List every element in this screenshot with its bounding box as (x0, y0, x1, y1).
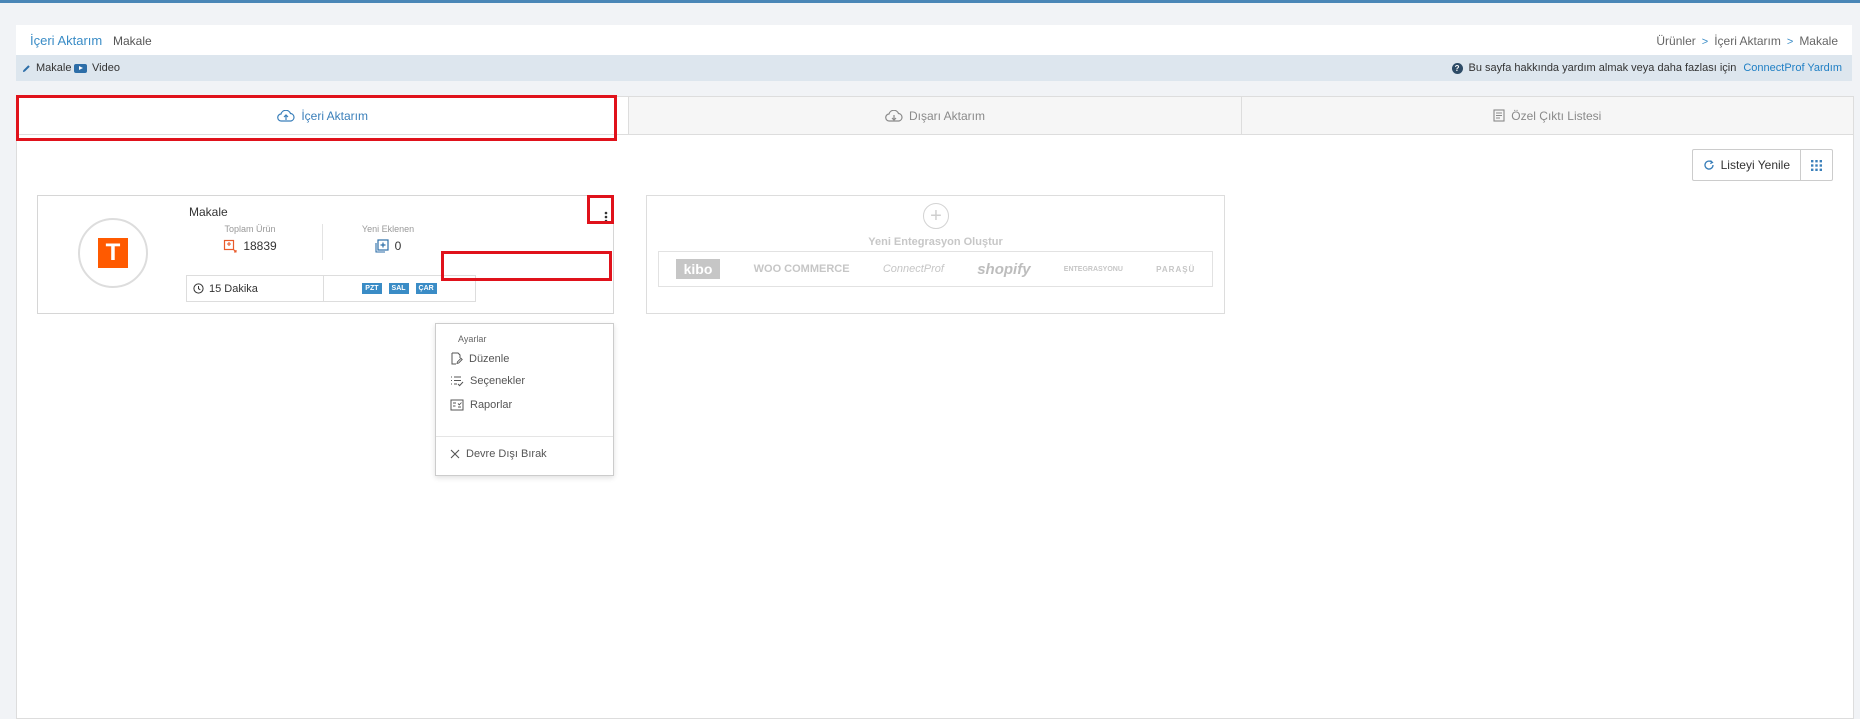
plus-circle-icon: + (923, 203, 949, 229)
menu-item-label: Düzenle (469, 352, 510, 365)
tab-ozel-cikti-listesi[interactable]: Özel Çıktı Listesi (1240, 97, 1853, 134)
interval-cell: 15 Dakika (187, 276, 323, 301)
list-icon (1493, 109, 1505, 122)
menu-item-label: Raporlar (470, 399, 513, 411)
cart-icon (224, 239, 237, 253)
menu-item-options[interactable]: Seçenekler (450, 375, 525, 387)
partner-logos: kibo WOO COMMERCE ConnectProf shopify EN… (658, 251, 1213, 287)
refresh-list-button[interactable]: Listeyi Yenile (1693, 150, 1800, 180)
day-badge: PZT (362, 283, 382, 294)
kibo-logo: kibo (675, 259, 721, 279)
day-badge: ÇAR (415, 283, 437, 294)
stat-label: Toplam Ürün (224, 224, 276, 234)
stat-label: Yeni Eklenen (361, 224, 415, 234)
refresh-list-label: Listeyi Yenile (1720, 158, 1790, 172)
breadcrumb: Ürünler > İçeri Aktarım > Makale (1656, 34, 1838, 48)
options-list-icon (451, 376, 464, 387)
help-text: ? Bu sayfa hakkında yardım almak veya da… (1451, 62, 1842, 74)
cloud-upload-icon (277, 109, 295, 122)
tab-bar: İçeri Aktarım Dışarı Aktarım Özel Çıktı … (17, 97, 1853, 135)
menu-item-label: Seçenekler (470, 375, 526, 387)
breadcrumb-separator: > (1786, 36, 1794, 48)
schedule-row: 15 Dakika PZT SAL ÇAR (186, 275, 476, 302)
menu-item-disable[interactable]: Devre Dışı Bırak (450, 448, 547, 460)
edit-file-icon (451, 352, 463, 365)
brand-logo: T (98, 238, 128, 268)
grid-view-button[interactable] (1800, 150, 1832, 180)
breadcrumb-item-urunler[interactable]: Ürünler (1656, 34, 1695, 48)
stat-value: 18839 (243, 239, 277, 253)
integration-name: Makale (189, 205, 228, 219)
stat-value: 0 (394, 239, 402, 253)
breadcrumb-item-iceri-aktarim[interactable]: İçeri Aktarım (1714, 34, 1781, 48)
tab-disari-aktarim[interactable]: Dışarı Aktarım (628, 97, 1241, 134)
makale-link[interactable]: Makale (22, 62, 71, 74)
add-box-icon (375, 239, 389, 253)
top-accent-line (0, 0, 1860, 3)
new-integration-card[interactable]: + Yeni Entegrasyon Oluştur kibo WOO COMM… (646, 195, 1225, 314)
question-icon: ? (1451, 62, 1463, 74)
card-menu-button[interactable] (595, 206, 617, 228)
youtube-icon (74, 63, 87, 73)
page-title: İçeri Aktarım (30, 33, 103, 48)
refresh-icon (1703, 160, 1714, 170)
report-icon (450, 399, 464, 411)
sub-toolbar: Makale Video ? Bu sayfa hakkında yardım … (16, 55, 1852, 81)
close-icon (450, 449, 460, 459)
more-vertical-icon (604, 211, 608, 223)
menu-item-label: Devre Dışı Bırak (466, 448, 547, 460)
avatar: T (78, 218, 148, 288)
breadcrumb-item-makale: Makale (1799, 34, 1838, 48)
tab-iceri-aktarim-label: İçeri Aktarım (301, 108, 368, 123)
breadcrumb-separator: > (1701, 36, 1709, 48)
integration-card: T Makale Toplam Ürün 18839 Yeni Eklenen … (37, 195, 614, 314)
page-header: İçeri Aktarım Makale Ürünler > İçeri Aktar… (16, 25, 1852, 55)
days-cell: PZT SAL ÇAR (323, 276, 475, 301)
clock-icon (193, 283, 204, 294)
menu-header: Ayarlar (458, 334, 487, 344)
menu-divider (436, 436, 613, 437)
help-description: Bu sayfa hakkında yardım almak veya daha… (1468, 62, 1737, 74)
tab-iceri-aktarim[interactable]: İçeri Aktarım (17, 97, 629, 134)
connectprof-logo: ConnectProf (882, 263, 944, 275)
main-panel: İçeri Aktarım Dışarı Aktarım Özel Çıktı … (16, 96, 1854, 719)
shopify-logo: shopify (977, 260, 1031, 278)
video-link-label: Video (92, 62, 120, 74)
stat-total-products: Toplam Ürün 18839 (185, 224, 315, 253)
new-integration-title: Yeni Entegrasyon Oluştur (868, 236, 1003, 248)
woocommerce-logo: WOO COMMERCE (753, 263, 850, 275)
page-subtitle: Makale (113, 34, 152, 48)
makale-link-label: Makale (36, 62, 72, 74)
day-badge: SAL (388, 283, 409, 294)
tab-ozel-cikti-listesi-label: Özel Çıktı Listesi (1511, 108, 1602, 123)
pencil-icon (22, 64, 30, 72)
menu-item-edit[interactable]: Düzenle (450, 352, 509, 365)
stat-new-added: Yeni Eklenen 0 (323, 224, 453, 253)
tab-disari-aktarim-label: Dışarı Aktarım (908, 108, 985, 123)
card-settings-menu: Ayarlar Düzenle Seçenekler Raporlar Devr… (435, 323, 614, 476)
menu-item-reports[interactable]: Raporlar (450, 399, 512, 411)
grid-icon (1811, 159, 1822, 171)
video-link[interactable]: Video (74, 62, 120, 74)
parasut-logo: PARAŞÜ (1156, 264, 1196, 274)
list-toolbar: Listeyi Yenile (1691, 149, 1833, 181)
cloud-download-icon (885, 109, 903, 122)
interval-label: 15 Dakika (209, 282, 258, 295)
entegrasyonu-logo: ENTEGRASYONU (1063, 265, 1123, 273)
help-link[interactable]: ConnectProf Yardım (1743, 62, 1842, 74)
